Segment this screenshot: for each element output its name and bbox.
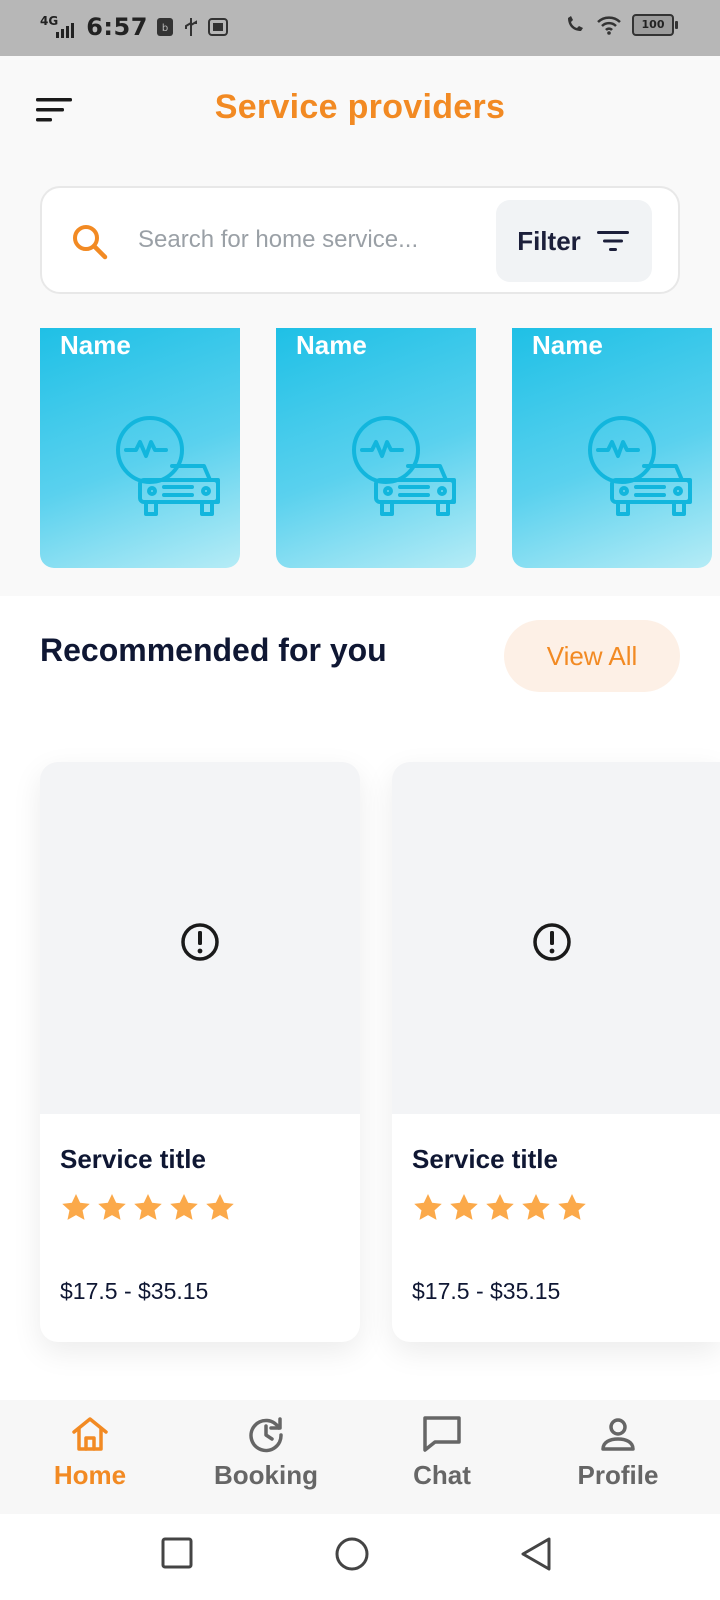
service-image-placeholder [392,762,720,1114]
star-icon [206,1194,234,1220]
car-diagnostics-icon [352,416,456,516]
service-image-placeholder [40,762,360,1114]
recents-icon[interactable] [160,1536,194,1570]
nav-home[interactable]: Home [0,1414,180,1491]
nav-booking-label: Booking [214,1460,318,1490]
nav-chat[interactable]: Chat [352,1414,532,1491]
service-title: Service title [60,1144,206,1174]
search-icon [73,225,108,260]
nav-chat-label: Chat [413,1460,471,1490]
back-icon[interactable] [518,1536,554,1572]
filter-icon [596,231,629,251]
provider-card[interactable]: Name [512,328,712,568]
chat-icon [423,1416,461,1452]
provider-card[interactable]: Name [40,328,240,568]
nav-home-label: Home [53,1460,127,1490]
star-icon [558,1194,586,1220]
star-icon [134,1194,162,1220]
provider-name: Name [296,330,367,360]
status-bar: 4G 6:57 b 100 [0,0,720,56]
status-right: 100 [564,14,678,36]
page-title: Service providers [214,88,506,126]
wifi-icon [597,16,621,35]
star-icon [414,1194,442,1220]
history-icon [249,1417,283,1453]
usb-icon [184,18,197,36]
star-icon [450,1194,478,1220]
star-icon [486,1194,514,1220]
providers-carousel[interactable]: Name Name Name [40,328,720,568]
image-error-icon [533,923,571,961]
rating-stars [412,1192,588,1224]
home-circle-icon[interactable] [334,1536,370,1572]
service-price: $17.5 - $35.15 [60,1278,209,1304]
nav-profile[interactable]: Profile [528,1414,708,1491]
provider-name: Name [532,330,603,360]
filter-button[interactable]: Filter [496,200,652,282]
bottom-navigation: Home Booking Chat Profile [0,1400,720,1514]
person-icon [601,1418,635,1451]
usb-debug-icon: b [156,18,173,36]
section-title-recommended: Recommended for you [40,632,387,668]
home-icon [72,1417,108,1451]
service-price: $17.5 - $35.15 [412,1278,561,1304]
car-diagnostics-icon [116,416,220,516]
rating-stars [60,1192,236,1224]
star-icon [522,1194,550,1220]
search-bar: Filter [40,186,680,294]
search-input[interactable] [138,218,478,262]
star-icon [62,1194,90,1220]
network-type: 4G [40,14,59,28]
service-card[interactable]: Service title $17.5 - $35.15 [392,762,720,1342]
car-diagnostics-icon [588,416,692,516]
image-error-icon [181,923,219,961]
view-all-button[interactable]: View All [504,620,680,692]
service-card[interactable]: Service title $17.5 - $35.15 [40,762,360,1342]
service-title: Service title [412,1144,558,1174]
clock: 6:57 [86,13,148,41]
svg-text:b: b [162,23,168,34]
nav-booking[interactable]: Booking [176,1414,356,1491]
wifi-call-icon [568,16,583,31]
filter-label: Filter [517,225,581,256]
provider-card[interactable]: Name [276,328,476,568]
battery-icon: 100 [632,14,678,36]
system-navigation-bar [0,1514,720,1600]
star-icon [170,1194,198,1220]
provider-name: Name [60,330,131,360]
nav-profile-label: Profile [577,1460,659,1490]
star-icon [98,1194,126,1220]
status-left: 4G 6:57 b [40,12,228,42]
signal-icon [56,23,75,38]
gallery-icon [207,18,228,36]
